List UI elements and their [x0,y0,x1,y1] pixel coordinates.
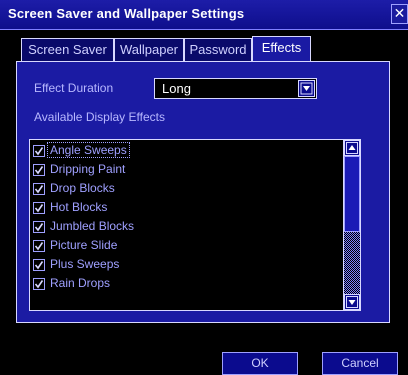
checkbox[interactable] [33,278,45,290]
list-scrollbar[interactable] [343,140,360,310]
scroll-down-button[interactable] [344,294,360,310]
tab-password[interactable]: Password [184,38,252,62]
list-item-label: Jumbled Blocks [50,219,135,233]
list-item-label: Hot Blocks [50,200,108,214]
checkbox[interactable] [33,164,45,176]
list-item[interactable]: Jumbled Blocks [33,218,343,237]
arrow-down-icon [346,296,358,308]
scroll-up-button[interactable] [344,140,360,156]
tab-strip: Screen Saver Wallpaper Password Effects [0,30,408,62]
list-item-label: Plus Sweeps [50,257,120,271]
checkbox[interactable] [33,145,45,157]
cancel-button[interactable]: Cancel [322,352,398,375]
window-title: Screen Saver and Wallpaper Settings [8,6,245,21]
effects-panel: Effect Duration Long Available Display E… [16,61,390,323]
list-item-label: Rain Drops [50,276,111,290]
dropdown-button[interactable] [298,80,315,97]
checkmark-icon [34,261,44,270]
list-item-label: Drop Blocks [50,181,115,195]
ok-button[interactable]: OK [222,352,298,375]
tab-screen-saver[interactable]: Screen Saver [21,38,114,62]
chevron-down-icon [300,82,313,95]
checkmark-icon [34,147,44,156]
effect-duration-value: Long [162,81,191,96]
checkbox[interactable] [33,202,45,214]
list-item[interactable]: Hot Blocks [33,199,343,218]
title-bar[interactable]: Screen Saver and Wallpaper Settings ✕ [0,0,408,30]
checkbox[interactable] [33,221,45,233]
list-item-label: Picture Slide [50,238,118,252]
available-effects-label: Available Display Effects [34,110,165,124]
checkmark-icon [34,280,44,289]
dialog-content: Screen Saver Wallpaper Password Effects … [0,30,408,375]
close-icon: ✕ [393,5,406,21]
checkmark-icon [34,166,44,175]
checkmark-icon [34,242,44,251]
list-item[interactable]: Picture Slide [33,237,343,256]
list-item-label: Dripping Paint [50,162,126,176]
close-button[interactable]: ✕ [391,4,408,24]
list-item[interactable]: Dripping Paint [33,161,343,180]
list-item[interactable]: Plus Sweeps [33,256,343,275]
checkmark-icon [34,223,44,232]
effect-duration-dropdown[interactable]: Long [154,78,317,99]
checkmark-icon [34,204,44,213]
list-item[interactable]: Drop Blocks [33,180,343,199]
list-item[interactable]: Angle Sweeps [33,142,343,161]
tab-effects[interactable]: Effects [252,36,311,62]
list-item[interactable]: Rain Drops [33,275,343,294]
checkbox[interactable] [33,183,45,195]
scroll-thumb[interactable] [344,156,360,232]
checkbox[interactable] [33,240,45,252]
effect-duration-label: Effect Duration [34,81,114,95]
checkbox[interactable] [33,259,45,271]
list-item-label: Angle Sweeps [47,142,130,158]
effects-listbox[interactable]: Angle Sweeps Dripping Paint Drop Blocks … [29,139,361,311]
scroll-track[interactable] [344,156,360,294]
tab-wallpaper[interactable]: Wallpaper [114,38,184,62]
arrow-up-icon [346,142,358,154]
settings-window: Screen Saver and Wallpaper Settings ✕ Sc… [0,0,408,375]
checkmark-icon [34,185,44,194]
